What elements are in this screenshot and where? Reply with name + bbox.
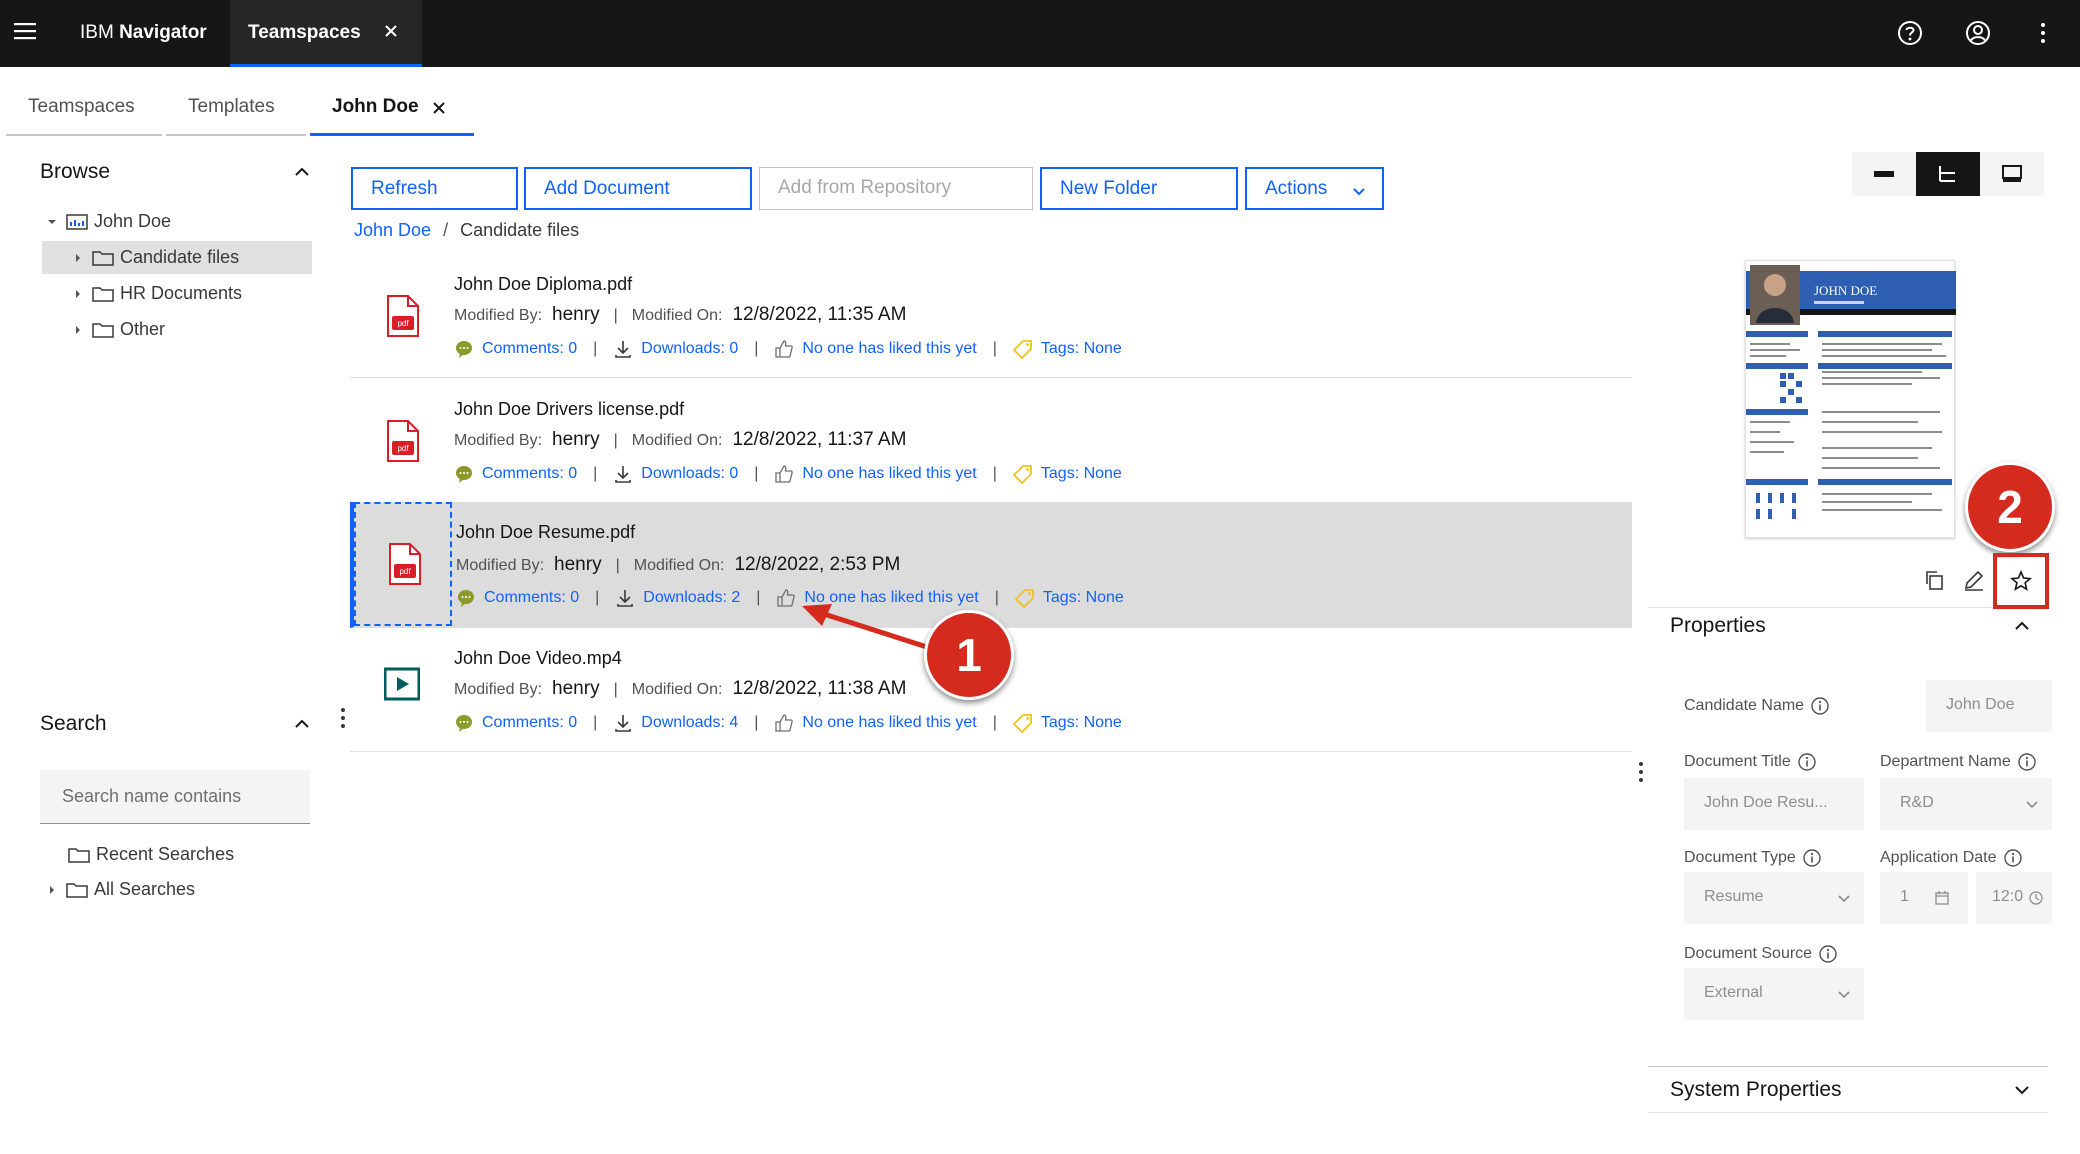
step-1-badge: 1 <box>924 610 1014 700</box>
step-2-badge: 2 <box>1965 462 2055 552</box>
highlight-box <box>1993 553 2049 609</box>
annotation-arrow <box>802 604 931 651</box>
